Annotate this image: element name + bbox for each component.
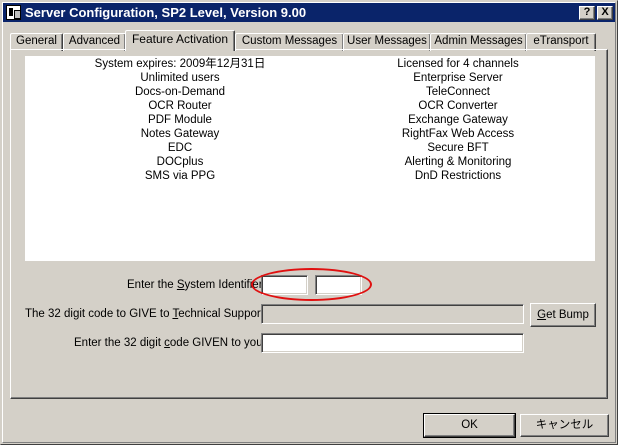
feature-item: Secure BFT <box>427 142 489 154</box>
label-text: Enter the 32 digit <box>74 337 165 349</box>
feature-list: System expires: 2009年12月31日 Unlimited us… <box>25 56 595 261</box>
close-button[interactable]: X <box>597 6 613 20</box>
label-text: The 32 digit code to GIVE to <box>25 308 173 320</box>
title-bar[interactable]: Server Configuration, SP2 Level, Version… <box>3 3 615 22</box>
tab-feature-activation[interactable]: Feature Activation <box>125 30 235 51</box>
access-key: S <box>176 279 185 291</box>
button-label: et Bump <box>546 309 589 321</box>
given-code-label: Enter the 32 digit code GIVEN to you: <box>74 336 266 350</box>
feature-item: PDF Module <box>148 114 212 126</box>
feature-item: Notes Gateway <box>140 128 220 140</box>
label-text: ystem Identifier: <box>184 279 266 291</box>
feature-item: TeleConnect <box>426 86 490 98</box>
system-identifier-label: Enter the System Identifier: <box>127 278 266 292</box>
give-code-field <box>261 304 524 324</box>
feature-item: Enterprise Server <box>413 72 503 84</box>
window-title: Server Configuration, SP2 Level, Version… <box>25 5 307 20</box>
feature-column-right: Licensed for 4 channels Enterprise Serve… <box>343 57 573 183</box>
feature-item: Unlimited users <box>140 72 220 84</box>
feature-item: Alerting & Monitoring <box>404 156 512 168</box>
feature-item: Exchange Gateway <box>408 114 508 126</box>
feature-item: Licensed for 4 channels <box>397 58 519 70</box>
server-configuration-window: Server Configuration, SP2 Level, Version… <box>0 0 618 445</box>
help-button[interactable]: ? <box>579 6 595 20</box>
label-text: ode GIVEN to you: <box>169 337 266 349</box>
feature-item: OCR Router <box>148 100 212 112</box>
system-identifier-input-1[interactable] <box>261 275 308 295</box>
app-icon <box>6 5 21 20</box>
feature-item: EDC <box>167 142 193 154</box>
ok-button[interactable]: OK <box>423 413 516 438</box>
feature-column-left: System expires: 2009年12月31日 Unlimited us… <box>65 57 295 183</box>
feature-item: RightFax Web Access <box>401 128 515 140</box>
get-bump-button[interactable]: Get Bump <box>530 303 596 327</box>
feature-item: OCR Converter <box>418 100 498 112</box>
feature-item: DOCplus <box>156 156 204 168</box>
give-code-label: The 32 digit code to GIVE to Technical S… <box>25 307 267 321</box>
given-code-input[interactable] <box>261 333 524 353</box>
feature-item: DnD Restrictions <box>414 170 502 182</box>
feature-item: System expires: 2009年12月31日 <box>94 58 266 70</box>
feature-item: Docs-on-Demand <box>134 86 226 98</box>
feature-item: SMS via PPG <box>144 170 216 182</box>
label-text: Enter the <box>127 279 177 291</box>
system-identifier-input-2[interactable] <box>315 275 362 295</box>
access-key: G <box>537 309 547 321</box>
cancel-button[interactable]: キャンセル <box>520 414 609 437</box>
label-text: echnical Support: <box>178 308 268 320</box>
